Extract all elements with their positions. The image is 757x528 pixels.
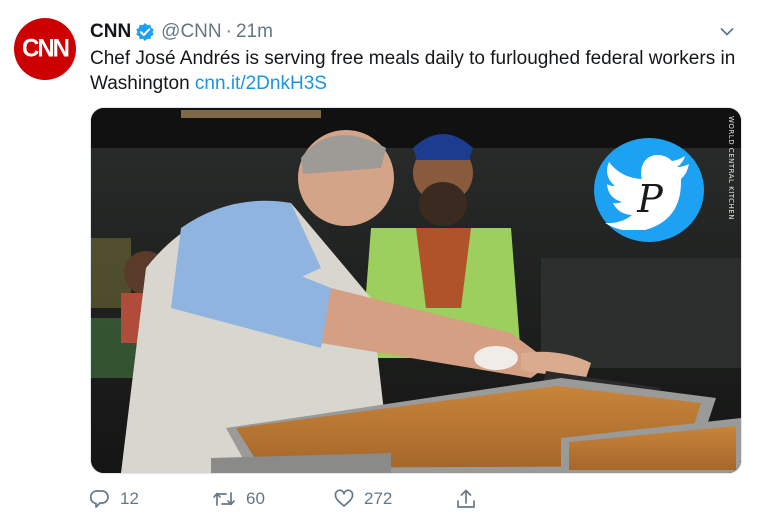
twitter-bird-icon: P [605,154,689,230]
twitter-bird-watermark: P [594,138,704,242]
separator: · [225,21,232,42]
retweet-button[interactable]: 60 [212,489,334,509]
tweet-photo[interactable]: P WORLD CENTRAL KITCHEN [90,107,742,474]
retweet-icon [213,492,235,506]
share-icon [457,489,475,508]
reply-count: 12 [120,489,139,508]
caret-down-icon[interactable] [717,22,737,42]
display-name[interactable]: CNN [90,21,131,43]
reply-icon [90,490,109,508]
verified-icon [135,22,155,42]
avatar[interactable]: CNN [14,18,76,80]
photo-credit: WORLD CENTRAL KITCHEN [727,116,735,220]
tweet-header: CNN @CNN · 21m [90,20,737,44]
tweet-body: Chef José Andrés is serving free meals d… [90,48,736,94]
reply-button[interactable]: 12 [90,489,212,509]
tweet-text: Chef José Andrés is serving free meals d… [90,46,740,96]
retweet-count: 60 [246,489,265,508]
share-button[interactable] [456,489,496,509]
handle[interactable]: @CNN [161,21,221,43]
cnn-logo: CNN [22,34,70,63]
like-button[interactable]: 272 [334,489,456,509]
timestamp[interactable]: 21m [236,21,273,43]
like-icon [334,489,354,507]
tweet-actions: 12 60 272 [90,484,510,514]
like-count: 272 [364,489,393,508]
tweet-link[interactable]: cnn.it/2DnkH3S [195,73,327,94]
watermark-letter: P [636,177,664,221]
